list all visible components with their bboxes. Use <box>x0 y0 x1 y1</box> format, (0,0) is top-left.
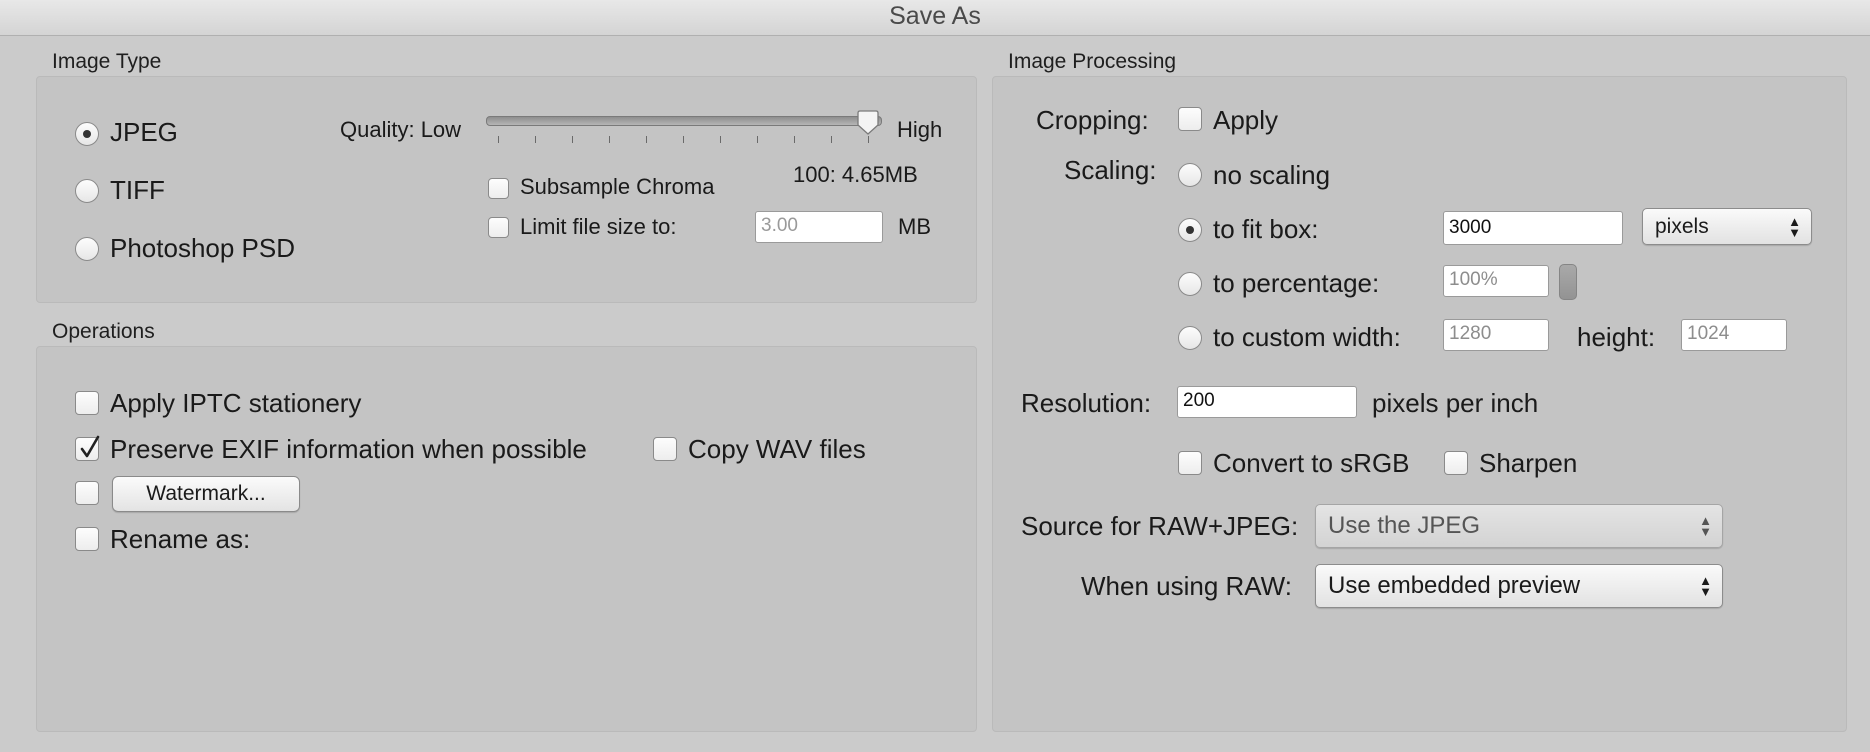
slider-tick <box>720 136 721 143</box>
apply-iptc-label[interactable]: Apply IPTC stationery <box>110 388 361 419</box>
file-size-unit-label: MB <box>898 214 931 239</box>
slider-tick <box>868 136 869 143</box>
subsample-chroma-checkbox[interactable] <box>488 178 509 199</box>
fit-box-input[interactable]: 3000 <box>1443 211 1623 245</box>
source-raw-jpeg-select[interactable]: Use the JPEG ▲ ▼ <box>1315 504 1723 548</box>
copy-wav-checkbox[interactable] <box>653 437 677 461</box>
percentage-radio[interactable] <box>1178 272 1202 296</box>
jpeg-radio[interactable] <box>75 122 99 146</box>
preserve-exif-checkbox[interactable] <box>75 435 100 461</box>
quality-slider[interactable] <box>486 110 886 148</box>
percentage-input[interactable]: 100% <box>1443 265 1549 297</box>
slider-tick <box>572 136 573 143</box>
when-using-raw-select[interactable]: Use embedded preview ▲ ▼ <box>1315 564 1723 608</box>
updown-arrows-icon: ▲ ▼ <box>1788 213 1801 240</box>
checkmark-icon <box>80 435 100 458</box>
when-using-raw-value: Use embedded preview <box>1328 572 1581 599</box>
fit-box-label[interactable]: to fit box: <box>1213 214 1319 245</box>
slider-tick <box>498 136 499 143</box>
fit-box-unit-value: pixels <box>1655 215 1709 238</box>
custom-width-radio[interactable] <box>1178 326 1202 350</box>
image-type-section-label: Image Type <box>52 50 162 73</box>
preserve-exif-label[interactable]: Preserve EXIF information when possible <box>110 434 587 465</box>
slider-tick <box>683 136 684 143</box>
percentage-label[interactable]: to percentage: <box>1213 268 1379 299</box>
when-using-raw-label: When using RAW: <box>1081 571 1292 601</box>
limit-file-size-checkbox[interactable] <box>488 217 509 238</box>
slider-tick <box>535 136 536 143</box>
custom-height-label: height: <box>1577 322 1656 352</box>
photoshop-psd-radio[interactable] <box>75 237 99 261</box>
custom-width-label[interactable]: to custom width: <box>1213 322 1401 353</box>
window-title: Save As <box>889 2 981 30</box>
file-size-limit-input[interactable]: 3.00 <box>755 211 883 243</box>
slider-tick <box>831 136 832 143</box>
cropping-label: Cropping: <box>1036 105 1149 135</box>
quality-low-label: Quality: Low <box>340 117 462 142</box>
jpeg-label[interactable]: JPEG <box>110 117 178 148</box>
updown-arrows-icon: ▲ ▼ <box>1699 513 1712 539</box>
limit-file-size-label[interactable]: Limit file size to: <box>520 214 677 240</box>
operations-section-label: Operations <box>52 320 155 343</box>
watermark-button[interactable]: Watermark... <box>112 476 300 512</box>
tiff-label[interactable]: TIFF <box>110 175 165 206</box>
convert-srgb-checkbox[interactable] <box>1178 451 1202 475</box>
quality-slider-ticks <box>486 136 880 144</box>
watermark-checkbox[interactable] <box>75 481 99 505</box>
slider-tick <box>757 136 758 143</box>
cropping-apply-checkbox[interactable] <box>1178 107 1202 131</box>
custom-width-input[interactable]: 1280 <box>1443 319 1549 351</box>
photoshop-psd-label[interactable]: Photoshop PSD <box>110 233 295 264</box>
custom-height-input[interactable]: 1024 <box>1681 319 1787 351</box>
rename-as-label[interactable]: Rename as: <box>110 524 250 555</box>
quality-readout: 100: 4.65MB <box>793 162 918 187</box>
window-titlebar: Save As <box>0 0 1870 36</box>
slider-tick <box>609 136 610 143</box>
cropping-apply-label[interactable]: Apply <box>1213 105 1278 136</box>
resolution-label: Resolution: <box>1021 388 1152 418</box>
rename-as-checkbox[interactable] <box>75 527 99 551</box>
updown-arrows-icon: ▲ ▼ <box>1699 573 1712 599</box>
subsample-chroma-label[interactable]: Subsample Chroma <box>520 174 714 200</box>
tiff-radio[interactable] <box>75 179 99 203</box>
fit-box-unit-select[interactable]: pixels ▲ ▼ <box>1642 208 1812 245</box>
image-processing-section-label: Image Processing <box>1008 50 1177 73</box>
convert-srgb-label[interactable]: Convert to sRGB <box>1213 448 1410 479</box>
no-scaling-label[interactable]: no scaling <box>1213 160 1330 191</box>
quality-high-label: High <box>897 117 943 142</box>
sharpen-label[interactable]: Sharpen <box>1479 448 1577 479</box>
slider-tick <box>646 136 647 143</box>
resolution-unit-label: pixels per inch <box>1372 388 1539 418</box>
apply-iptc-checkbox[interactable] <box>75 391 99 415</box>
no-scaling-radio[interactable] <box>1178 163 1202 187</box>
sharpen-checkbox[interactable] <box>1444 451 1468 475</box>
source-raw-jpeg-value: Use the JPEG <box>1328 512 1481 539</box>
resolution-input[interactable]: 200 <box>1177 386 1357 418</box>
quality-slider-knob[interactable] <box>856 110 880 136</box>
source-raw-jpeg-label: Source for RAW+JPEG: <box>1021 511 1299 541</box>
scaling-label: Scaling: <box>1064 155 1157 185</box>
slider-tick <box>794 136 795 143</box>
quality-slider-track[interactable] <box>486 116 882 126</box>
copy-wav-label[interactable]: Copy WAV files <box>688 434 866 465</box>
percentage-stepper[interactable] <box>1559 264 1577 300</box>
fit-box-radio[interactable] <box>1178 218 1202 242</box>
